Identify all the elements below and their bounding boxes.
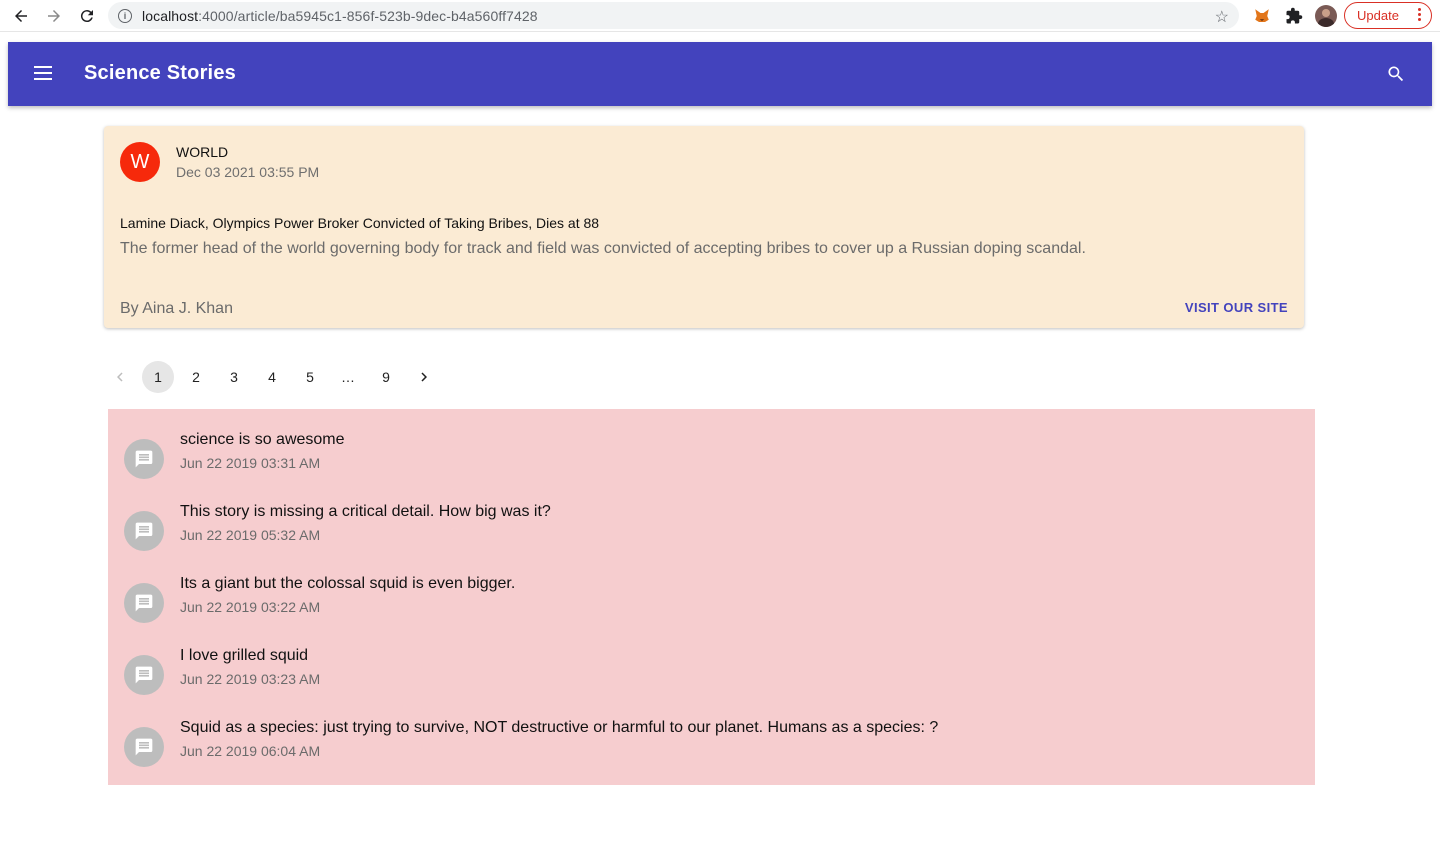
info-icon[interactable]: i (118, 8, 132, 23)
page-button-2[interactable]: 2 (180, 361, 212, 393)
comment-text: This story is missing a critical detail.… (180, 503, 551, 520)
back-arrow-icon[interactable] (10, 5, 32, 27)
more-vert-icon[interactable] (1418, 7, 1421, 22)
search-icon[interactable] (1386, 64, 1406, 84)
pagination: 1 2 3 4 5 … 9 (104, 361, 446, 393)
comment-date: Jun 22 2019 03:31 AM (180, 455, 321, 471)
comment-icon (124, 727, 164, 767)
page-button-5[interactable]: 5 (294, 361, 326, 393)
visit-site-button[interactable]: VISIT OUR SITE (1185, 300, 1288, 315)
comment-text: I love grilled squid (180, 647, 309, 664)
menu-icon[interactable] (34, 66, 52, 80)
comment-icon (124, 583, 164, 623)
article-summary: The former head of the world governing b… (120, 240, 1086, 257)
comment-text: science is so awesome (180, 431, 345, 448)
update-button[interactable]: Update (1344, 2, 1432, 29)
forward-arrow-icon[interactable] (43, 5, 65, 27)
comment-date: Jun 22 2019 03:22 AM (180, 599, 321, 615)
app-bar: Science Stories (8, 42, 1432, 106)
previous-page-chevron-icon[interactable] (104, 361, 136, 393)
browser-toolbar: i localhost:4000/article/ba5945c1-856f-5… (0, 0, 1440, 32)
comment-text: Squid as a species: just trying to survi… (180, 719, 939, 736)
comment-date: Jun 22 2019 03:23 AM (180, 671, 321, 687)
bookmark-star-icon[interactable]: ☆ (1215, 7, 1229, 27)
comment-icon (124, 511, 164, 551)
puzzle-extensions-icon[interactable] (1283, 5, 1305, 27)
fox-extension-icon[interactable] (1251, 5, 1273, 27)
next-page-chevron-icon[interactable] (408, 361, 440, 393)
article-card: W WORLD Dec 03 2021 03:55 PM Lamine Diac… (104, 126, 1304, 328)
article-byline: By Aina J. Khan (120, 300, 233, 317)
page-ellipsis: … (341, 369, 355, 385)
comment-date: Jun 22 2019 05:32 AM (180, 527, 321, 543)
page-button-9[interactable]: 9 (370, 361, 402, 393)
comment-item: I love grilled squid Jun 22 2019 03:23 A… (124, 647, 1294, 703)
article-category: WORLD (176, 144, 229, 160)
profile-avatar[interactable] (1315, 5, 1337, 27)
address-bar[interactable]: i localhost:4000/article/ba5945c1-856f-5… (108, 2, 1239, 29)
comment-item: Its a giant but the colossal squid is ev… (124, 575, 1294, 631)
page-button-1[interactable]: 1 (142, 361, 174, 393)
comment-icon (124, 439, 164, 479)
comment-item: This story is missing a critical detail.… (124, 503, 1294, 559)
app-title: Science Stories (84, 62, 236, 84)
comment-date: Jun 22 2019 06:04 AM (180, 743, 321, 759)
reload-icon[interactable] (76, 5, 98, 27)
page-button-4[interactable]: 4 (256, 361, 288, 393)
article-date: Dec 03 2021 03:55 PM (176, 164, 320, 180)
category-avatar: W (120, 142, 160, 182)
url-text: localhost:4000/article/ba5945c1-856f-523… (142, 7, 538, 24)
article-headline: Lamine Diack, Olympics Power Broker Conv… (120, 215, 600, 231)
comment-text: Its a giant but the colossal squid is ev… (180, 575, 516, 592)
comment-item: science is so awesome Jun 22 2019 03:31 … (124, 431, 1294, 487)
comments-list: science is so awesome Jun 22 2019 03:31 … (108, 409, 1315, 785)
page-button-3[interactable]: 3 (218, 361, 250, 393)
comment-item: Squid as a species: just trying to survi… (124, 719, 1294, 775)
comment-icon (124, 655, 164, 695)
